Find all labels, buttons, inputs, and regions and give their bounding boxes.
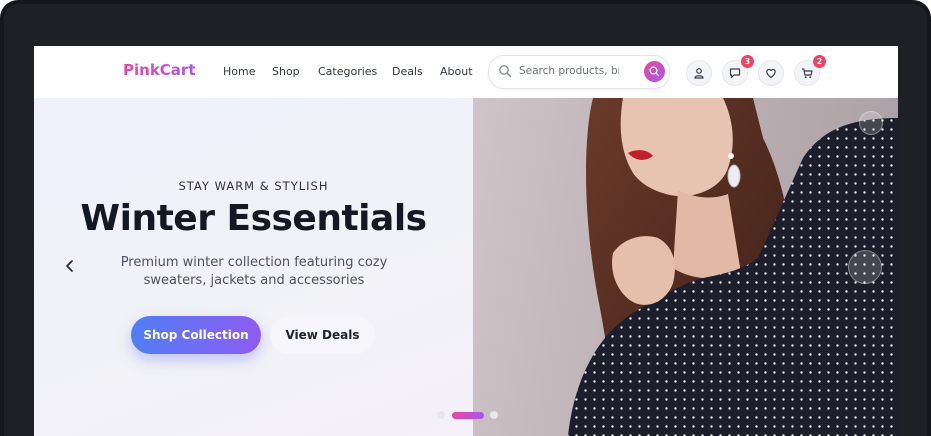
nav-about[interactable]: About <box>440 65 473 78</box>
brand-logo[interactable]: PinkCart <box>123 61 196 79</box>
browser-screen: PinkCart Home Shop Categories Deals Abou… <box>34 46 898 436</box>
cart-icon <box>802 68 813 79</box>
heart-icon <box>766 68 776 79</box>
carousel-next-button[interactable] <box>859 111 883 135</box>
nav-categories[interactable]: Categories <box>318 65 377 78</box>
nav-home[interactable]: Home <box>223 65 255 78</box>
search-submit-button[interactable] <box>644 61 665 82</box>
site-header: PinkCart Home Shop Categories Deals Abou… <box>34 46 898 99</box>
search-icon <box>499 65 512 78</box>
hero-image <box>473 98 898 436</box>
search-input[interactable] <box>519 63 619 79</box>
notifications-button[interactable]: 3 <box>722 55 754 86</box>
search-icon <box>649 66 660 77</box>
carousel-control-button[interactable] <box>848 250 882 284</box>
view-deals-button[interactable]: View Deals <box>270 316 375 354</box>
carousel-dot-3[interactable] <box>490 411 498 419</box>
hero-content: STAY WARM & STYLISH Winter Essentials Pr… <box>34 98 473 436</box>
notification-count-badge: 3 <box>741 55 754 68</box>
nav-shop[interactable]: Shop <box>272 65 300 78</box>
search-bar <box>488 55 670 89</box>
wishlist-button[interactable] <box>758 60 784 86</box>
carousel-dot-2-active[interactable] <box>452 412 484 419</box>
message-icon <box>729 68 741 79</box>
carousel-dot-1[interactable] <box>437 411 445 419</box>
cart-count-badge: 2 <box>813 55 826 68</box>
chevron-left-icon[interactable] <box>62 258 78 274</box>
model-photo <box>568 98 898 436</box>
account-button[interactable] <box>686 60 712 86</box>
nav-deals[interactable]: Deals <box>392 65 423 78</box>
shop-collection-button[interactable]: Shop Collection <box>131 316 261 354</box>
user-icon <box>694 68 704 79</box>
hero-banner: STAY WARM & STYLISH Winter Essentials Pr… <box>34 98 898 436</box>
cart-button[interactable]: 2 <box>794 55 826 86</box>
hero-kicker: STAY WARM & STYLISH <box>178 179 329 193</box>
hero-subtitle: Premium winter collection featuring cozy… <box>120 255 388 288</box>
device-frame: PinkCart Home Shop Categories Deals Abou… <box>0 0 931 436</box>
hero-title: Winter Essentials <box>80 198 427 239</box>
